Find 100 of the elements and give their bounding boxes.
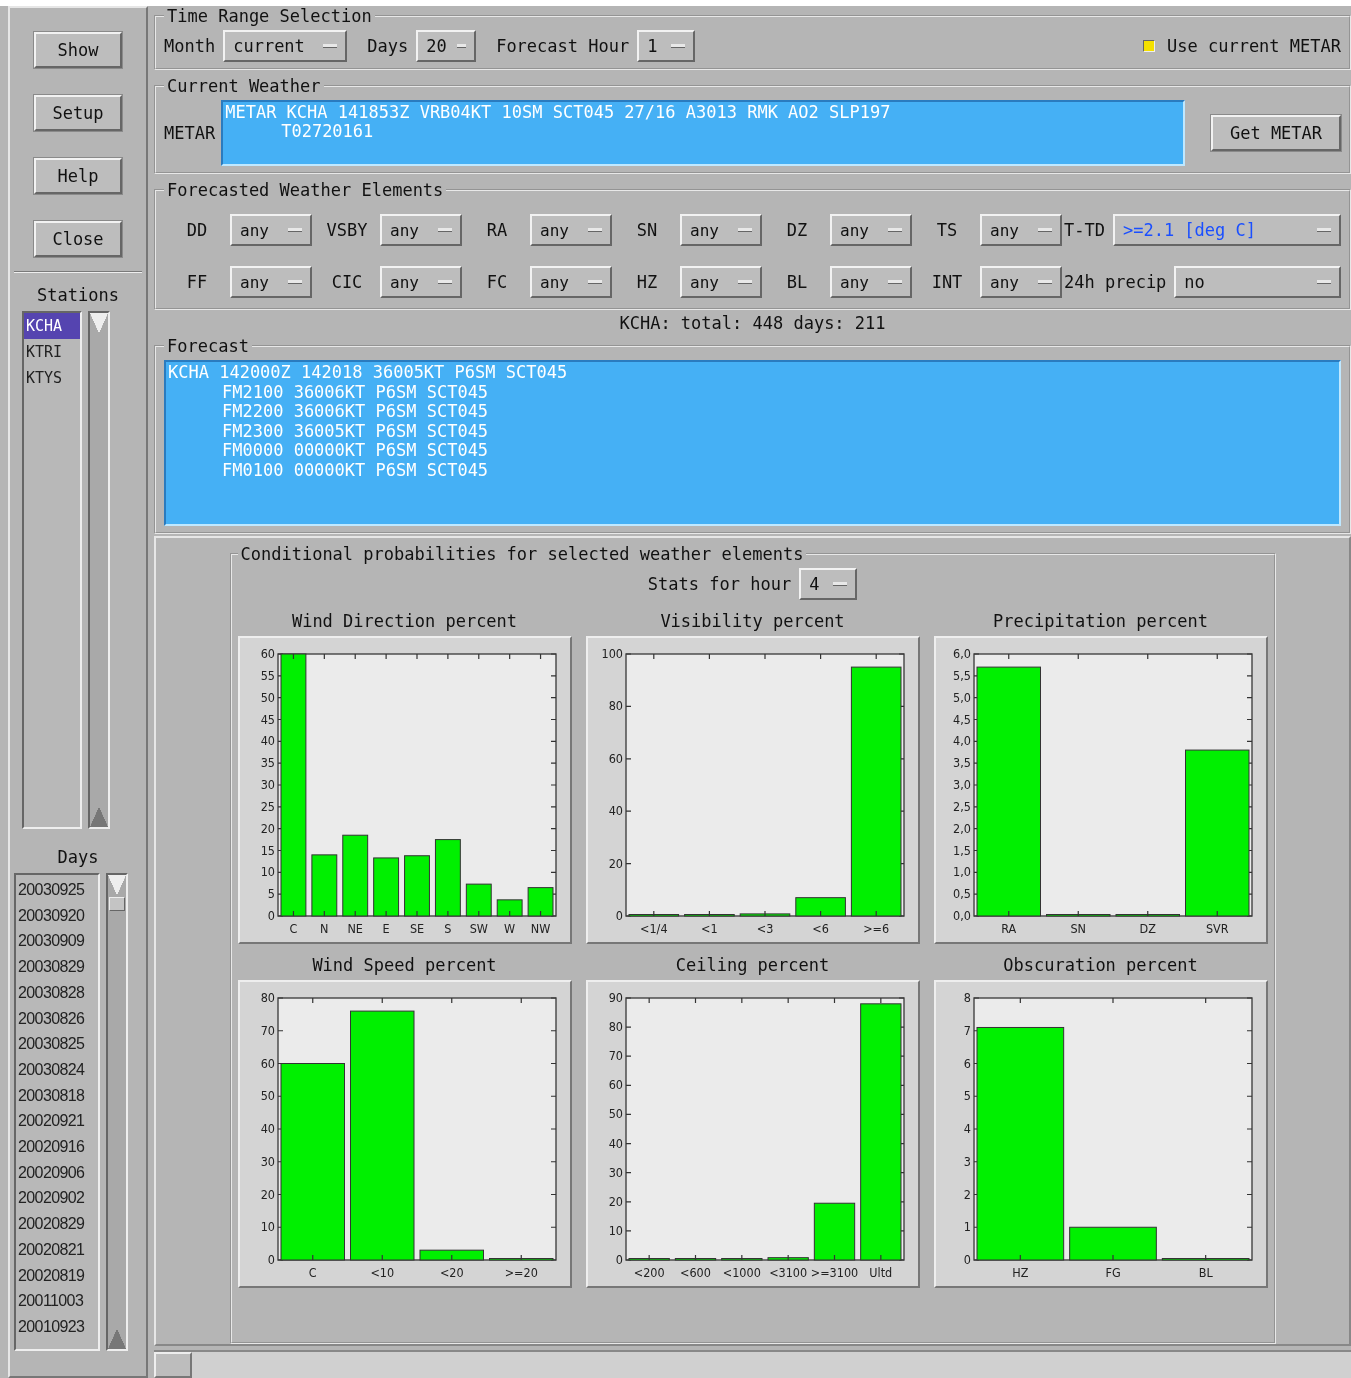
day-item[interactable]: 20030818 <box>16 1082 98 1109</box>
element-label: FF <box>185 272 209 292</box>
sidebar-button[interactable]: Show <box>34 32 122 68</box>
station-item[interactable]: KCHA <box>24 313 80 339</box>
day-item[interactable]: 20020821 <box>16 1236 98 1263</box>
category-label: FG <box>1104 1265 1121 1280</box>
element-label: CIC <box>330 272 364 292</box>
horizontal-scrollbar[interactable] <box>154 1350 1351 1378</box>
summary-text: KCHA: total: 448 days: 211 <box>618 312 887 334</box>
chart-title: Ceiling percent <box>675 954 830 977</box>
day-item[interactable]: 20020906 <box>16 1159 98 1186</box>
day-item[interactable]: 20020921 <box>16 1108 98 1135</box>
text-line: FM2200 36006KT P6SM SCT045 <box>221 402 490 422</box>
axis-tick-label: 60 <box>260 1055 275 1071</box>
axis-tick-label: 55 <box>260 667 275 683</box>
element-label: HZ <box>635 272 659 292</box>
category-label: E <box>382 921 390 936</box>
option-menu[interactable]: any <box>680 214 762 246</box>
element-label: FC <box>485 272 509 292</box>
days-list[interactable]: 20030925 20030920 20030909 20030829 20030828 20030826 20030825 20030824 20030818 20020921 20020916 20020906 20020902 20020829 20020821 20020819 20011003 20010923 <box>14 873 100 1351</box>
category-label: DZ <box>1139 921 1156 936</box>
day-item[interactable]: 20020902 <box>16 1185 98 1212</box>
station-item[interactable]: KTYS <box>24 365 80 391</box>
axis-tick-label: 80 <box>260 990 275 1005</box>
option-menu[interactable]: any <box>680 266 762 298</box>
toggle-indicator[interactable] <box>1143 40 1155 52</box>
option-menu[interactable]: current <box>223 30 348 62</box>
day-item[interactable]: 20020829 <box>16 1211 98 1237</box>
scroll-thumb[interactable] <box>154 1352 192 1378</box>
sidebar-button[interactable]: Close <box>34 221 122 257</box>
element-label: BL <box>785 272 809 292</box>
sidebar-button[interactable]: Help <box>34 158 122 194</box>
option-indicator-icon <box>1038 280 1052 284</box>
axis-tick-label: 80 <box>608 698 623 714</box>
day-item[interactable]: 20030824 <box>16 1056 98 1083</box>
option-menu[interactable]: any <box>530 214 612 246</box>
category-label: >=3100 <box>810 1265 858 1280</box>
day-item[interactable]: 20011003 <box>16 1288 98 1314</box>
text-line: FM0000 00000KT P6SM SCT045 <box>221 441 490 461</box>
axis-tick-label: 0 <box>267 908 275 923</box>
option-menu[interactable]: any <box>380 214 462 246</box>
days-label: Days <box>57 847 99 867</box>
option-menu[interactable]: 4 <box>799 568 858 600</box>
sidebar-button[interactable]: Setup <box>34 95 122 131</box>
option-menu[interactable]: no <box>1174 266 1341 298</box>
axis-tick-label: 15 <box>260 842 275 858</box>
axis-tick-label: 40 <box>608 803 623 819</box>
category-label: N <box>319 921 329 936</box>
category-label: SN <box>1069 921 1086 936</box>
option-menu[interactable]: any <box>380 266 462 298</box>
axis-tick-label: 4,0 <box>952 733 971 749</box>
category-label: W <box>503 921 515 936</box>
axis-tick-label: 8 <box>963 990 971 1005</box>
axis-tick-label: 5 <box>963 1088 971 1104</box>
day-item[interactable]: 20030826 <box>16 1005 98 1032</box>
element-label: RA <box>485 220 509 240</box>
axis-tick-label: 80 <box>608 1019 623 1035</box>
day-item[interactable]: 20030920 <box>16 902 98 929</box>
station-list[interactable]: KCHA KTRI KTYS <box>22 311 82 829</box>
axis-tick-label: 4,5 <box>952 711 971 727</box>
option-menu[interactable]: any <box>830 214 912 246</box>
scroll-thumb[interactable] <box>109 897 125 911</box>
option-menu[interactable]: 1 <box>637 30 696 62</box>
axis-tick-label: 20 <box>608 855 623 871</box>
day-item[interactable]: 20030925 <box>16 877 98 903</box>
axis-tick-label: 1 <box>963 1219 971 1235</box>
axis-tick-label: 35 <box>260 755 275 771</box>
axis-tick-label: 2 <box>963 1186 971 1202</box>
scrollbar[interactable] <box>106 873 128 1351</box>
day-item[interactable]: 20010923 <box>16 1313 98 1340</box>
option-menu[interactable]: any <box>980 266 1062 298</box>
day-item[interactable]: 20020819 <box>16 1262 98 1289</box>
axis-tick-label: 70 <box>260 1022 275 1038</box>
option-menu[interactable]: any <box>980 214 1062 246</box>
category-label: C <box>308 1265 317 1280</box>
day-item[interactable]: 20020916 <box>16 1134 98 1160</box>
category-label: <3100 <box>768 1265 807 1280</box>
option-menu[interactable]: any <box>230 214 312 246</box>
category-label: <3 <box>756 921 773 936</box>
category-label: <1000 <box>722 1265 761 1280</box>
option-menu[interactable]: any <box>530 266 612 298</box>
day-item[interactable]: 20030825 <box>16 1031 98 1057</box>
scrollbar[interactable] <box>88 311 110 829</box>
option-menu[interactable]: 20 <box>416 30 477 62</box>
option-indicator-icon <box>888 280 902 284</box>
day-item[interactable]: 20030909 <box>16 928 98 955</box>
axis-tick-label: 70 <box>608 1048 623 1064</box>
category-label: NW <box>530 921 550 936</box>
axis-tick-label: 0 <box>615 908 623 923</box>
axis-tick-label: 1,0 <box>952 864 971 880</box>
option-indicator-icon <box>738 280 752 284</box>
get-metar-button[interactable]: Get METAR <box>1211 115 1341 151</box>
day-item[interactable]: 20030828 <box>16 979 98 1006</box>
option-menu[interactable]: any <box>230 266 312 298</box>
toggle-label: Use current METAR <box>1167 36 1341 56</box>
day-item[interactable]: 20030829 <box>16 954 98 980</box>
option-menu[interactable]: any <box>830 266 912 298</box>
station-item[interactable]: KTRI <box>24 339 80 365</box>
axis-tick-label: 10 <box>608 1222 623 1238</box>
category-label: <6 <box>811 921 829 936</box>
